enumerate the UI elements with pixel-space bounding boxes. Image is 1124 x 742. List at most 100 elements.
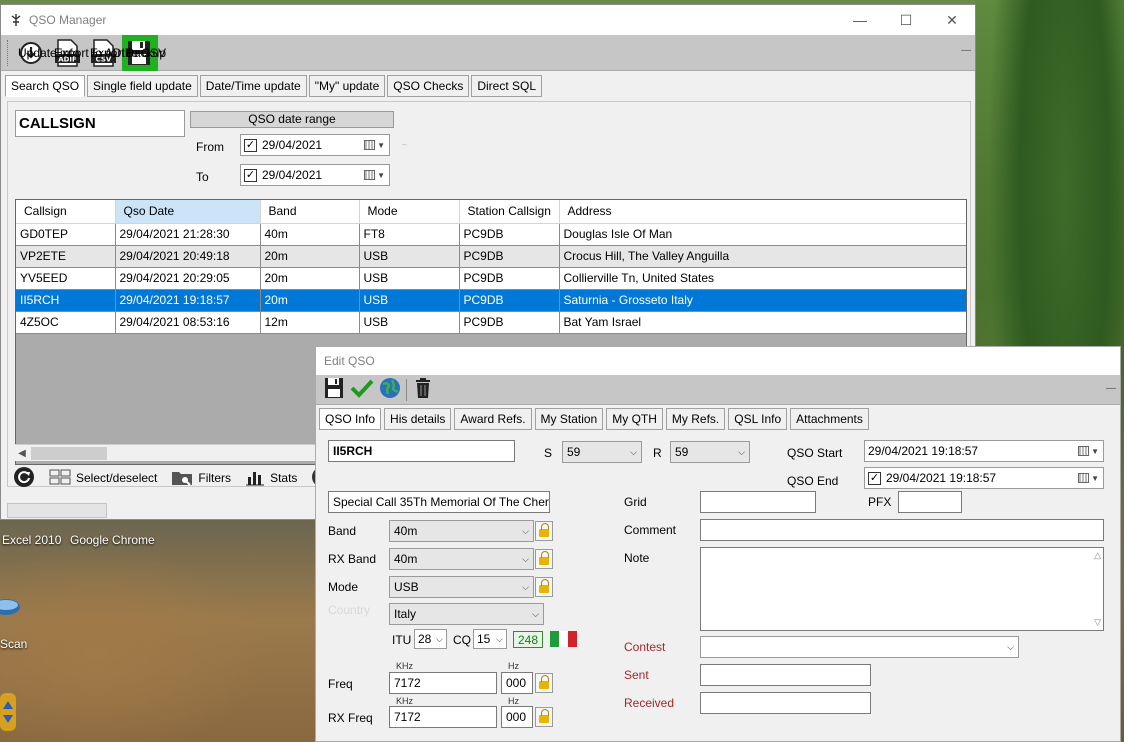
tray-sort-icon[interactable]	[0, 693, 16, 731]
scroll-up-icon[interactable]: △	[1094, 550, 1101, 561]
rx-freq-khz-input[interactable]: 7172	[389, 706, 497, 728]
mode-select[interactable]: USB ⌵	[389, 576, 534, 598]
qso-end-checkbox[interactable]: ✓	[868, 471, 881, 485]
band-lock-button[interactable]	[535, 521, 553, 541]
lookup-globe-button[interactable]	[378, 378, 402, 402]
calendar-dropdown-icon[interactable]: ▼	[364, 140, 385, 150]
calendar-dropdown-icon[interactable]: ▼	[1078, 473, 1099, 483]
scroll-down-icon[interactable]: ▽	[1094, 617, 1101, 628]
comment-input[interactable]	[700, 519, 1104, 541]
tab-direct-sql[interactable]: Direct SQL	[471, 75, 543, 97]
tab-my-qth[interactable]: My QTH	[606, 408, 663, 430]
minimize-button[interactable]: —	[837, 5, 883, 35]
freq-khz-input[interactable]: 7172	[389, 672, 497, 694]
desktop-icon-chrome-label[interactable]: Google Chrome	[70, 533, 155, 547]
status-bar	[7, 503, 107, 518]
received-input[interactable]	[700, 692, 871, 714]
scan-app-icon[interactable]	[0, 592, 24, 622]
cell-band: 12m	[260, 311, 360, 334]
column-header-callsign[interactable]: Callsign	[16, 200, 116, 224]
freq-lock-button[interactable]	[535, 673, 553, 693]
confirm-button[interactable]	[350, 378, 374, 402]
desktop-icon-scan-label[interactable]: Scan	[0, 637, 27, 651]
calendar-dropdown-icon[interactable]: ▼	[1078, 446, 1099, 456]
from-label: From	[196, 140, 224, 154]
table-row-selected[interactable]: II5RCH 29/04/2021 19:18:57 20m USB PC9DB…	[16, 289, 966, 312]
tab-qsl-info[interactable]: QSL Info	[728, 408, 788, 430]
country-select[interactable]: Italy ⌵	[389, 603, 544, 625]
rx-freq-lock-button[interactable]	[535, 707, 553, 727]
tab-his-details[interactable]: His details	[384, 408, 452, 430]
tab-my-station[interactable]: My Station	[534, 408, 604, 430]
maximize-button[interactable]: ☐	[883, 5, 929, 35]
from-date-picker[interactable]: ✓ 29/04/2021 ▼	[240, 134, 390, 156]
update-info-button[interactable]: Update info	[14, 36, 79, 70]
tab-qso-info[interactable]: QSO Info	[319, 408, 382, 430]
column-header-qso-date[interactable]: Qso Date	[115, 200, 261, 224]
globe-icon	[379, 377, 401, 402]
qso-comment-text-field[interactable]: Special Call 35Th Memorial Of The Cher	[328, 491, 550, 513]
scroll-thumb[interactable]	[31, 446, 107, 460]
to-label: To	[196, 170, 209, 184]
scroll-left-icon[interactable]: ◀	[15, 448, 29, 459]
r-report-select[interactable]: 59 ⌵	[670, 441, 750, 463]
toolbar-overflow-icon[interactable]: —	[961, 45, 971, 56]
band-select[interactable]: 40m ⌵	[389, 520, 534, 542]
callsign-field[interactable]: II5RCH	[328, 440, 515, 462]
callsign-search-input[interactable]: CALLSIGN	[15, 110, 185, 137]
desktop-icon-excel-label[interactable]: Excel 2010	[2, 533, 61, 547]
to-date-checkbox[interactable]: ✓	[244, 168, 257, 182]
rx-band-lock-button[interactable]	[535, 549, 553, 569]
table-row[interactable]: YV5EED 29/04/2021 20:29:05 20m USB PC9DB…	[16, 267, 966, 290]
stats-button[interactable]: Stats	[245, 468, 297, 489]
toolbar-overflow-icon[interactable]: —	[1106, 383, 1116, 394]
tab-search-qso[interactable]: Search QSO	[5, 75, 86, 97]
table-row[interactable]: VP2ETE 29/04/2021 20:49:18 20m USB PC9DB…	[16, 245, 966, 268]
qso-end-picker[interactable]: ✓ 29/04/2021 19:18:57 ▼	[864, 467, 1104, 489]
grid-locator-input[interactable]	[700, 491, 816, 513]
backup-button[interactable]: Backup	[122, 34, 166, 71]
export-csv-button[interactable]: CSV Export to CSV	[86, 36, 166, 70]
export-adif-button[interactable]: ADIF Export to ADIF	[50, 36, 132, 70]
mode-lock-button[interactable]	[535, 577, 553, 597]
tab-qso-checks[interactable]: QSO Checks	[387, 75, 470, 97]
search-refresh-button[interactable]	[13, 466, 35, 491]
tab-award-refs[interactable]: Award Refs.	[454, 408, 532, 430]
rx-freq-hz-input[interactable]: 000	[501, 706, 533, 728]
tab-my-refs[interactable]: My Refs.	[665, 408, 726, 430]
delete-qso-button[interactable]	[411, 378, 435, 402]
calendar-dropdown-icon[interactable]: ▼	[364, 170, 385, 180]
table-row[interactable]: 4Z5OC 29/04/2021 08:53:16 12m USB PC9DB …	[16, 311, 966, 334]
tab-date-time-update[interactable]: Date/Time update	[199, 75, 307, 97]
dxcc-entity-badge: 248	[513, 631, 543, 648]
s-report-select[interactable]: 59 ⌵	[562, 441, 642, 463]
tab-my-update[interactable]: "My" update	[308, 75, 386, 97]
table-row[interactable]: GD0TEP 29/04/2021 21:28:30 40m FT8 PC9DB…	[16, 223, 966, 246]
from-date-checkbox[interactable]: ✓	[244, 138, 257, 152]
sent-input[interactable]	[700, 664, 871, 686]
contest-select[interactable]: ⌵	[700, 636, 1019, 658]
filters-button[interactable]: Filters	[171, 468, 231, 489]
tab-attachments[interactable]: Attachments	[790, 408, 869, 430]
itu-zone-select[interactable]: 28 ⌵	[414, 629, 447, 649]
column-header-band[interactable]: Band	[260, 200, 360, 224]
column-header-address[interactable]: Address	[559, 200, 966, 224]
select-deselect-button[interactable]: Select/deselect	[49, 469, 157, 488]
tab-single-field-update[interactable]: Single field update	[87, 75, 198, 97]
filters-label: Filters	[198, 471, 232, 485]
to-date-picker[interactable]: ✓ 29/04/2021 ▼	[240, 164, 390, 186]
column-header-station-callsign[interactable]: Station Callsign	[459, 200, 560, 224]
note-textarea[interactable]: △ ▽	[700, 547, 1104, 631]
column-header-mode[interactable]: Mode	[359, 200, 460, 224]
cell-address: Saturnia - Grosseto Italy	[559, 289, 966, 312]
toolbar-grip[interactable]	[7, 39, 10, 66]
rx-band-select[interactable]: 40m ⌵	[389, 548, 534, 570]
pfx-input[interactable]	[898, 491, 962, 513]
close-button[interactable]: ✕	[929, 5, 975, 35]
save-qso-button[interactable]	[322, 378, 346, 402]
cell-station-callsign: PC9DB	[459, 267, 560, 290]
freq-hz-input[interactable]: 000	[501, 672, 533, 694]
grid-horizontal-scrollbar[interactable]: ◀	[15, 444, 321, 461]
qso-start-picker[interactable]: 29/04/2021 19:18:57 ▼	[864, 440, 1104, 462]
cq-zone-select[interactable]: 15 ⌵	[473, 629, 507, 649]
